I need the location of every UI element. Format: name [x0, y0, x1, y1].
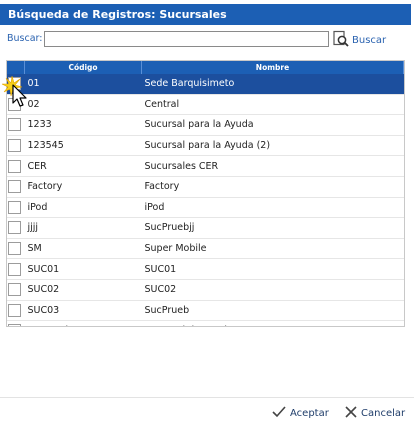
cell-nombre: SucPruebjj	[141, 217, 404, 239]
table-row[interactable]: SUC03 SucPrueb	[7, 300, 404, 322]
dialog-title: Búsqueda de Registros: Sucursales	[0, 4, 411, 25]
cell-codigo: CER	[24, 155, 142, 177]
row-checkbox-cell	[7, 94, 25, 116]
cell-codigo: iPod	[24, 197, 142, 219]
row-checkbox-cell	[7, 217, 25, 239]
row-checkbox[interactable]	[8, 77, 21, 91]
column-header-nombre[interactable]: Nombre	[141, 61, 404, 74]
row-checkbox[interactable]	[8, 283, 21, 297]
table-row[interactable]: 123545 Sucursal para la Ayuda (2)	[7, 135, 404, 157]
table-row[interactable]: 01 Sede Barquisimeto	[7, 74, 404, 95]
column-header-codigo[interactable]: Código	[24, 61, 142, 74]
cell-codigo: 1233	[24, 114, 142, 136]
close-icon	[345, 406, 357, 421]
column-header-select[interactable]	[7, 61, 25, 74]
row-checkbox-cell	[7, 114, 25, 136]
cell-codigo: SM	[24, 238, 142, 260]
cell-codigo: SUC01	[24, 258, 142, 280]
search-label: Buscar:	[7, 33, 43, 44]
row-checkbox-cell	[7, 300, 25, 322]
cell-nombre: SUC01	[141, 258, 404, 280]
table-row[interactable]: SUC02 SUC02	[7, 279, 404, 301]
table-row[interactable]: 1233 Sucursal para la Ayuda	[7, 114, 404, 136]
cell-nombre: Sucursales CER	[141, 155, 404, 177]
table-row[interactable]: CER Sucursales CER	[7, 155, 404, 177]
cell-codigo: Factory	[24, 176, 142, 198]
cell-codigo: SUC03	[24, 300, 142, 322]
row-checkbox[interactable]	[8, 303, 21, 317]
accept-button-label: Aceptar	[290, 408, 329, 419]
row-checkbox-cell	[7, 238, 25, 260]
cell-nombre: Central	[141, 94, 404, 116]
row-checkbox-cell	[7, 74, 25, 95]
table-row[interactable]: sucpruebaSucursal de Prueba	[7, 320, 404, 326]
row-checkbox[interactable]	[8, 180, 21, 194]
search-input[interactable]	[44, 31, 329, 47]
cell-nombre: iPod	[141, 197, 404, 219]
cell-nombre: Sucursal para la Ayuda	[141, 114, 404, 136]
row-checkbox-cell	[7, 176, 25, 198]
cell-codigo: sucprueba	[24, 320, 142, 326]
check-icon	[272, 406, 286, 421]
cell-codigo: 02	[24, 94, 142, 116]
table-row[interactable]: iPod iPod	[7, 197, 404, 219]
cell-nombre: SucPrueb	[141, 300, 404, 322]
search-button[interactable]: Buscar	[333, 30, 387, 51]
row-checkbox-cell	[7, 258, 25, 280]
cancel-button[interactable]: Cancelar	[345, 406, 405, 421]
cell-nombre: Factory	[141, 176, 404, 198]
row-checkbox-cell	[7, 279, 25, 301]
cell-nombre: SUC02	[141, 279, 404, 301]
row-checkbox-cell	[7, 320, 25, 326]
row-checkbox[interactable]	[8, 200, 21, 214]
table-row[interactable]: 02 Central	[7, 94, 404, 116]
cell-nombre: Super Mobile	[141, 238, 404, 260]
accept-button[interactable]: Aceptar	[272, 406, 329, 421]
cell-codigo: 01	[24, 74, 142, 95]
table-row[interactable]: jjjj SucPruebjj	[7, 217, 404, 239]
table-row[interactable]: Factory Factory	[7, 176, 404, 198]
row-checkbox[interactable]	[8, 221, 21, 235]
row-checkbox-cell	[7, 155, 25, 177]
row-checkbox[interactable]	[8, 139, 21, 153]
row-checkbox[interactable]	[8, 97, 21, 111]
row-checkbox[interactable]	[8, 324, 21, 326]
search-button-label: Buscar	[352, 34, 387, 46]
cell-nombre: Sucursal de Prueba	[141, 320, 404, 326]
row-checkbox-cell	[7, 197, 25, 219]
row-checkbox[interactable]	[8, 118, 21, 132]
cell-nombre: Sede Barquisimeto	[141, 74, 404, 95]
search-icon	[333, 30, 349, 51]
table-row[interactable]: SM Super Mobile	[7, 238, 404, 260]
cell-codigo: SUC02	[24, 279, 142, 301]
row-checkbox[interactable]	[8, 262, 21, 276]
results-grid: Código Nombre 01 Sede Barquisimeto 02 Centr…	[6, 60, 405, 327]
cancel-button-label: Cancelar	[361, 408, 406, 419]
cell-codigo: 123545	[24, 135, 142, 157]
cell-nombre: Sucursal para la Ayuda (2)	[141, 135, 404, 157]
row-checkbox[interactable]	[8, 159, 21, 173]
row-checkbox-cell	[7, 135, 25, 157]
row-checkbox[interactable]	[8, 242, 21, 256]
cell-codigo: jjjj	[24, 217, 142, 239]
table-row[interactable]: SUC01 SUC01	[7, 258, 404, 280]
footer-divider	[0, 397, 414, 398]
